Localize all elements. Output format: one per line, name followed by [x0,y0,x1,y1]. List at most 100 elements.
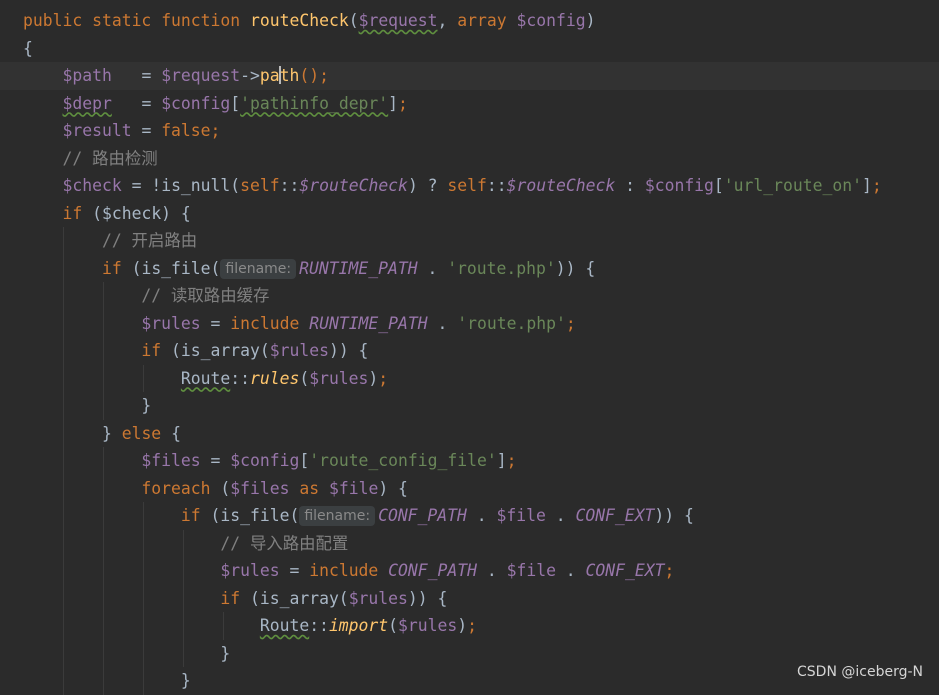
class-token: Route [259,616,310,635]
call-token: (is_file( [131,258,221,278]
code-line[interactable]: $depr = $config['pathinfo_depr']; [0,90,939,118]
keyword-token: if [220,588,241,608]
constant-token: RUNTIME_PATH [299,258,418,278]
constant-token: CONF_PATH [378,506,467,525]
brace-token: { [171,423,181,443]
code-line[interactable]: // 开启路由 [0,227,939,255]
string-token: 'pathinfo_depr' [240,93,389,113]
variable-token: $path [62,66,112,85]
code-line[interactable]: { [0,35,939,63]
static-method-token: rules [249,368,300,388]
code-line[interactable]: $result = false; [0,117,939,145]
keyword-token: array [457,11,507,30]
code-line[interactable]: public static function routeCheck($reque… [0,7,939,35]
variable-token: $request [161,66,241,85]
variable-token: $rules [269,341,329,360]
brace-token: } [180,671,191,690]
code-line[interactable]: Route::import($rules); [0,612,939,640]
static-property-token: $routeCheck [506,176,616,195]
variable-token: $config [230,451,300,470]
variable-token: $depr [62,93,112,113]
operator-token: : [625,176,635,195]
variable-token: $file [496,506,546,525]
keyword-token: self [447,176,487,195]
code-line[interactable]: $files = $config['route_config_file']; [0,447,939,475]
condition-token: ($check) { [92,203,191,223]
keyword-token: if [141,341,162,360]
constant-token: CONF_PATH [388,561,477,580]
method-token: pa [259,66,280,85]
call-token: (is_array( [250,588,349,608]
operator-token: = [141,93,152,113]
operator-token: -> [240,66,260,85]
operator-token: = [289,561,300,580]
variable-token: $files [230,478,290,498]
variable-token: $file [506,561,556,580]
operator-token: ) ? [407,176,438,195]
variable-token: $config [161,93,231,113]
comment-token: // 导入路由配置 [220,533,349,553]
call-token: (is_file( [210,506,300,525]
variable-token: $file [328,478,379,498]
variable-token: $rules [398,616,458,635]
code-line[interactable]: if (is_array($rules)) { [0,584,939,612]
code-line[interactable]: Route::rules($rules); [0,364,939,392]
variable-token: $rules [309,368,369,388]
parameter-token: $request [358,11,438,30]
code-editor[interactable]: public static function routeCheck($reque… [0,0,939,695]
brace-token: } [101,423,112,443]
brace-token: { [23,38,33,58]
operator-token: = [210,313,221,333]
variable-token: $rules [220,561,280,580]
code-line[interactable]: } [0,392,939,420]
keyword-token: foreach [141,478,211,498]
code-line[interactable]: $check = !is_null(self::$routeCheck) ? s… [0,172,939,200]
keyword-token: as [299,478,320,498]
keyword-token: include [230,313,300,333]
operator-token: = [131,176,142,195]
brace-token: } [220,643,231,663]
constant-token: CONF_EXT [575,506,655,525]
operator-token: = [141,121,152,140]
comment-token: // 开启路由 [101,231,198,250]
punctuation-token: )) { [654,506,694,525]
keyword-token: false; [161,121,221,140]
operator-token: . [437,313,448,333]
current-code-line[interactable]: $path = $request->path(); [0,62,939,90]
parameter-token: $config [516,11,586,30]
punctuation-token: ) { [378,478,408,498]
call-token: !is_null( [151,176,241,195]
variable-token: $rules [141,313,201,333]
method-token: th [279,66,300,85]
code-line[interactable]: $rules = include CONF_PATH . $file . CON… [0,557,939,585]
code-line[interactable]: if (is_array($rules)) { [0,337,939,365]
code-line[interactable]: if ($check) { [0,200,939,228]
code-line[interactable]: // 路由检测 [0,145,939,173]
comment-token: // 读取路由缓存 [141,286,270,305]
punctuation-token: (); [299,66,329,85]
code-line[interactable]: if (is_file(filename: CONF_PATH . $file .… [0,502,939,530]
punctuation-token: )) { [407,588,448,608]
parameter-hint: filename: [220,258,297,279]
call-token: (is_array( [171,341,270,360]
code-line[interactable]: } else { [0,419,939,447]
variable-token: $result [62,121,132,140]
keyword-token: if [180,506,201,525]
comment-token: // 路由检测 [62,148,158,168]
keyword-token: include [309,561,379,580]
code-line[interactable]: if (is_file(filename: RUNTIME_PATH . 'rou… [0,254,939,282]
code-line[interactable]: } [0,639,939,667]
string-token: 'route_config_file' [309,451,497,470]
operator-token: . [427,258,438,278]
brace-token: } [141,396,152,415]
static-method-token: import [328,616,389,635]
class-token: Route [180,368,231,388]
operator-token: :: [230,368,250,388]
parameter-hint: filename: [299,506,376,526]
code-line[interactable]: foreach ($files as $file) { [0,474,939,502]
code-line[interactable]: $rules = include RUNTIME_PATH . 'route.p… [0,309,939,337]
code-line[interactable]: // 读取路由缓存 [0,282,939,310]
string-token: 'route.php' [447,258,556,278]
code-line[interactable]: // 导入路由配置 [0,529,939,557]
string-token: 'route.php' [457,313,566,333]
